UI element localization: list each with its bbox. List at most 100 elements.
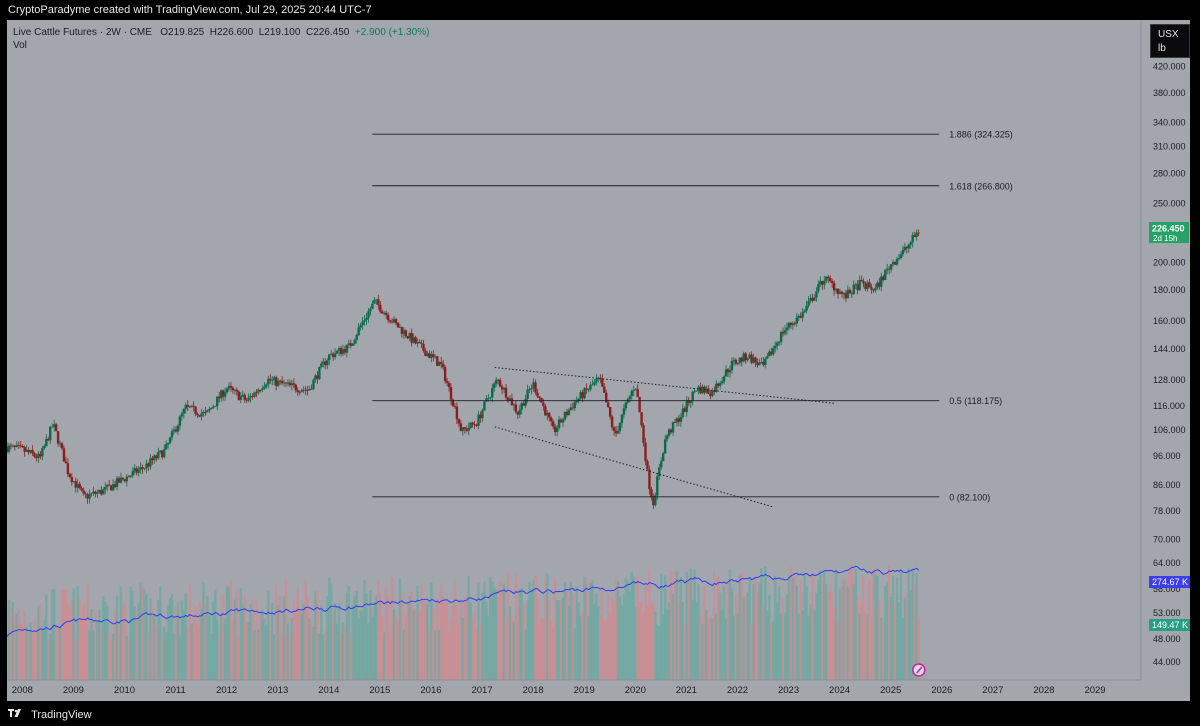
candle-body xyxy=(801,312,804,318)
candle-body xyxy=(550,417,553,422)
candle-body xyxy=(827,276,830,279)
candle-body xyxy=(333,353,337,358)
candle-body xyxy=(357,327,360,336)
candle-body xyxy=(895,259,899,265)
candle-body xyxy=(420,343,423,344)
candle-body xyxy=(785,327,789,331)
symbol-title[interactable]: Live Cattle Futures · 2W · CME xyxy=(13,27,152,38)
candle-body xyxy=(889,264,893,270)
fib-level-label: 0 (82.100) xyxy=(949,492,990,502)
candle-body xyxy=(595,379,598,383)
candle-body xyxy=(852,284,855,295)
tradingview-logo-icon[interactable] xyxy=(8,704,24,726)
candle-body xyxy=(795,317,798,324)
time-tick-label: 2020 xyxy=(625,685,646,696)
candle-body xyxy=(271,379,274,381)
price-chart[interactable]: 1.886 (324.325) 1.618 (266.800) 0.5 (118.1… xyxy=(5,20,1190,701)
candle-body xyxy=(66,463,70,475)
candle-body xyxy=(231,387,235,391)
time-tick-label: 2029 xyxy=(1084,685,1105,696)
candle-body xyxy=(695,390,698,392)
candle-body xyxy=(239,396,242,400)
candle-body xyxy=(693,391,696,393)
footer-brand[interactable]: TradingView xyxy=(31,709,92,721)
last-price-countdown: 2d 15h xyxy=(1153,234,1177,243)
candle-body xyxy=(860,280,863,282)
candle-body xyxy=(33,453,36,457)
price-tick-label: 420.000 xyxy=(1153,62,1186,72)
candle-body xyxy=(593,382,596,385)
candle-body xyxy=(223,392,227,397)
time-tick-label: 2011 xyxy=(165,685,185,696)
candle-body xyxy=(746,358,749,361)
symbol-legend: Live Cattle Futures · 2W · CME O219.825 … xyxy=(13,26,429,52)
price-tick-label: 78.000 xyxy=(1153,506,1181,516)
candle-body xyxy=(208,409,211,411)
candle-body xyxy=(355,335,358,340)
price-tick-label: 180.000 xyxy=(1153,285,1186,295)
price-tick-label: 340.000 xyxy=(1153,117,1186,127)
candle-body xyxy=(441,363,445,368)
candle-body xyxy=(243,394,246,400)
candle-body xyxy=(622,408,626,415)
unit-selector[interactable]: USX lb xyxy=(1150,24,1190,58)
price-change: +2.900 (+1.30%) xyxy=(354,27,430,38)
candle-body xyxy=(642,425,645,443)
candle-body xyxy=(68,474,72,478)
candle-body xyxy=(102,489,105,495)
candle-body xyxy=(722,376,726,382)
candle-body xyxy=(107,484,111,486)
candle-body xyxy=(312,379,315,389)
candle-body xyxy=(377,299,380,305)
fib-level-label: 0.5 (118.175) xyxy=(949,396,1002,406)
candle-body xyxy=(373,299,376,304)
candle-body xyxy=(96,492,99,494)
candle-body xyxy=(823,280,826,285)
candle-body xyxy=(371,303,374,309)
candle-body xyxy=(49,426,52,441)
candle-body xyxy=(489,397,492,399)
candle-body xyxy=(50,426,54,428)
candle-body xyxy=(192,405,195,407)
candle-body xyxy=(628,396,631,400)
candle-body xyxy=(164,444,168,450)
price-tick-label: 160.000 xyxy=(1153,316,1186,326)
candle-body xyxy=(345,344,349,353)
candle-body xyxy=(899,254,903,259)
candle-body xyxy=(630,390,633,397)
candle-body xyxy=(671,422,675,433)
candle-body xyxy=(194,406,197,414)
candle-body xyxy=(884,270,887,281)
candle-body xyxy=(82,490,85,494)
candle-body xyxy=(335,350,339,354)
price-tick-label: 96.000 xyxy=(1153,451,1181,461)
volume-ma-value: 274.67 K xyxy=(1152,577,1188,587)
candle-body xyxy=(247,397,250,401)
candle-body xyxy=(178,416,182,426)
candle-body xyxy=(56,431,60,444)
candle-body xyxy=(62,448,66,462)
candle-body xyxy=(78,483,81,489)
candle-body xyxy=(783,330,787,334)
candle-body xyxy=(585,388,588,390)
candle-body xyxy=(858,280,861,291)
candle-body xyxy=(644,442,647,462)
candle-body xyxy=(88,494,91,499)
candle-body xyxy=(176,425,180,432)
candle-body xyxy=(536,392,539,397)
unit-currency: USX xyxy=(1158,29,1179,40)
candle-body xyxy=(318,366,321,379)
candle-body xyxy=(868,282,871,288)
candle-body xyxy=(848,289,852,294)
candle-body xyxy=(196,413,199,416)
candle-body xyxy=(528,389,531,391)
time-tick-label: 2016 xyxy=(420,685,441,696)
candle-body xyxy=(514,404,518,412)
candle-body xyxy=(310,388,313,390)
candle-body xyxy=(471,422,474,425)
chart-pane[interactable]: 1.886 (324.325) 1.618 (266.800) 0.5 (118.1… xyxy=(5,20,1190,701)
volume-legend[interactable]: Vol xyxy=(13,40,27,51)
candle-body xyxy=(21,445,24,448)
candle-body xyxy=(691,391,694,401)
candle-body xyxy=(766,356,769,359)
